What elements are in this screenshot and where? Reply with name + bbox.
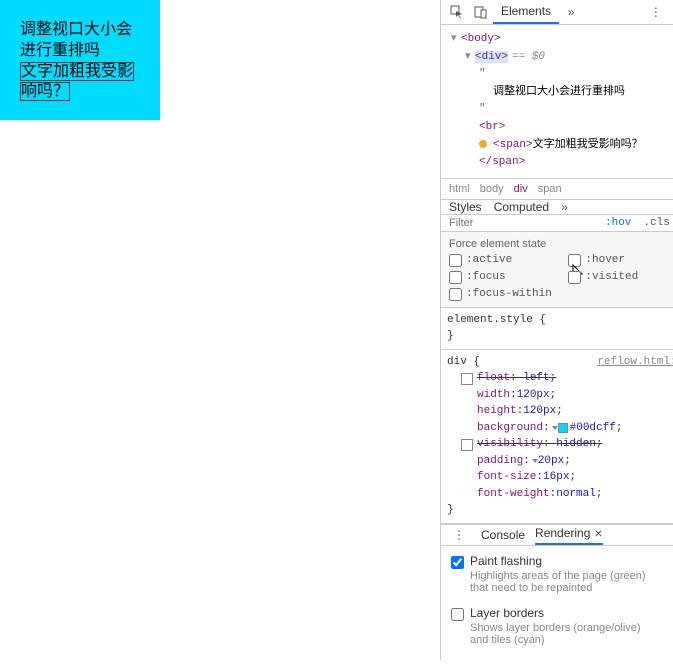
checkbox-paint-flashing[interactable]	[451, 556, 464, 569]
styles-filter-row: :hov .cls +	[441, 215, 673, 232]
color-swatch[interactable]	[558, 423, 568, 433]
dom-span-close[interactable]: </span>	[479, 156, 525, 168]
text-line1: 调整视口大小会	[20, 21, 132, 38]
checkbox-layer-borders[interactable]	[451, 608, 464, 621]
layer-borders-title: Layer borders	[470, 606, 650, 620]
bc-body[interactable]: body	[480, 183, 504, 195]
dom-span-open[interactable]: <span>	[493, 139, 533, 151]
tab-rendering[interactable]: Rendering ×	[535, 525, 603, 545]
checkbox-visited[interactable]	[568, 271, 581, 284]
styles-tabs: Styles Computed »	[441, 200, 673, 215]
tab-styles[interactable]: Styles	[449, 200, 482, 214]
styles-filter-input[interactable]	[441, 217, 599, 229]
text-line2: 进行重排吗	[20, 42, 100, 59]
hov-toggle[interactable]: :hov	[599, 217, 637, 229]
dom-marker-icon	[479, 140, 487, 148]
decl-checkbox[interactable]	[461, 373, 473, 385]
tab-computed[interactable]: Computed	[494, 200, 549, 214]
bc-span[interactable]: span	[538, 183, 562, 195]
text-line3a: 文字加粗我受影	[20, 62, 134, 81]
dom-eq0: == $0	[512, 51, 545, 63]
state-focus[interactable]: :focus	[449, 271, 568, 284]
menu-icon[interactable]: ⋮	[647, 3, 665, 21]
state-active[interactable]: :active	[449, 254, 568, 267]
rule-element-style[interactable]: element.style { }	[441, 308, 673, 350]
checkbox-focus[interactable]	[449, 271, 462, 284]
state-hover[interactable]: :hover	[568, 254, 673, 267]
menu-icon[interactable]: ⋮	[450, 526, 468, 544]
tab-console[interactable]: Console	[481, 528, 525, 542]
paint-flashing-desc: Highlights areas of the page (green) tha…	[470, 570, 650, 594]
tab-elements[interactable]: Elements	[493, 0, 559, 24]
dom-body-tag[interactable]: <body>	[461, 33, 501, 45]
dom-span-text[interactable]: 文字加粗我受影响吗？	[533, 139, 643, 151]
devtools-toolbar: Elements » ⋮ ✕	[441, 0, 673, 25]
bc-html[interactable]: html	[449, 183, 470, 195]
text-line3b: 响吗？	[20, 82, 70, 101]
dom-div-tag[interactable]: <div>	[475, 51, 508, 63]
bc-div[interactable]: div	[514, 183, 528, 195]
paint-flashing-title: Paint flashing	[470, 554, 650, 568]
dom-text-node[interactable]: 调整视口大小会进行重排吗	[493, 86, 625, 98]
decl-checkbox[interactable]	[461, 439, 473, 451]
rendering-panel: Paint flashing Highlights areas of the p…	[441, 546, 673, 666]
source-link[interactable]: reflow.html:10	[597, 354, 673, 371]
dom-breadcrumb: html body div span	[441, 179, 673, 200]
checkbox-focus-within[interactable]	[449, 288, 462, 301]
page-viewport: 调整视口大小会 进行重排吗 文字加粗我受影 响吗？	[0, 0, 440, 660]
force-state-panel: Force element state :active :hover :focu…	[441, 232, 673, 308]
test-div: 调整视口大小会 进行重排吗 文字加粗我受影 响吗？	[0, 0, 160, 120]
dom-tree[interactable]: ▾<body> ▾<div>== $0 " 调整视口大小会进行重排吗 " <br…	[441, 25, 673, 179]
inspect-icon[interactable]	[448, 3, 466, 21]
dom-br-tag[interactable]: <br>	[479, 121, 505, 133]
close-tab-icon[interactable]: ×	[594, 525, 602, 541]
layer-borders-desc: Shows layer borders (orange/olive) and t…	[470, 622, 650, 646]
force-state-title: Force element state	[449, 238, 673, 250]
device-icon[interactable]	[472, 3, 490, 21]
state-visited[interactable]: :visited	[568, 271, 673, 284]
state-focus-within[interactable]: :focus-within	[449, 288, 568, 301]
cls-toggle[interactable]: .cls	[637, 217, 673, 229]
checkbox-active[interactable]	[449, 254, 462, 267]
rule-div[interactable]: reflow.html:10div { float: left; width: …	[441, 350, 673, 524]
chevron-right-icon[interactable]: »	[562, 3, 580, 21]
devtools-panel: Elements » ⋮ ✕ ▾<body> ▾<div>== $0 " 调整视…	[440, 0, 673, 660]
drawer-tabs: ⋮ Console Rendering × ✕	[441, 524, 673, 546]
chevron-right-icon[interactable]: »	[561, 200, 568, 214]
